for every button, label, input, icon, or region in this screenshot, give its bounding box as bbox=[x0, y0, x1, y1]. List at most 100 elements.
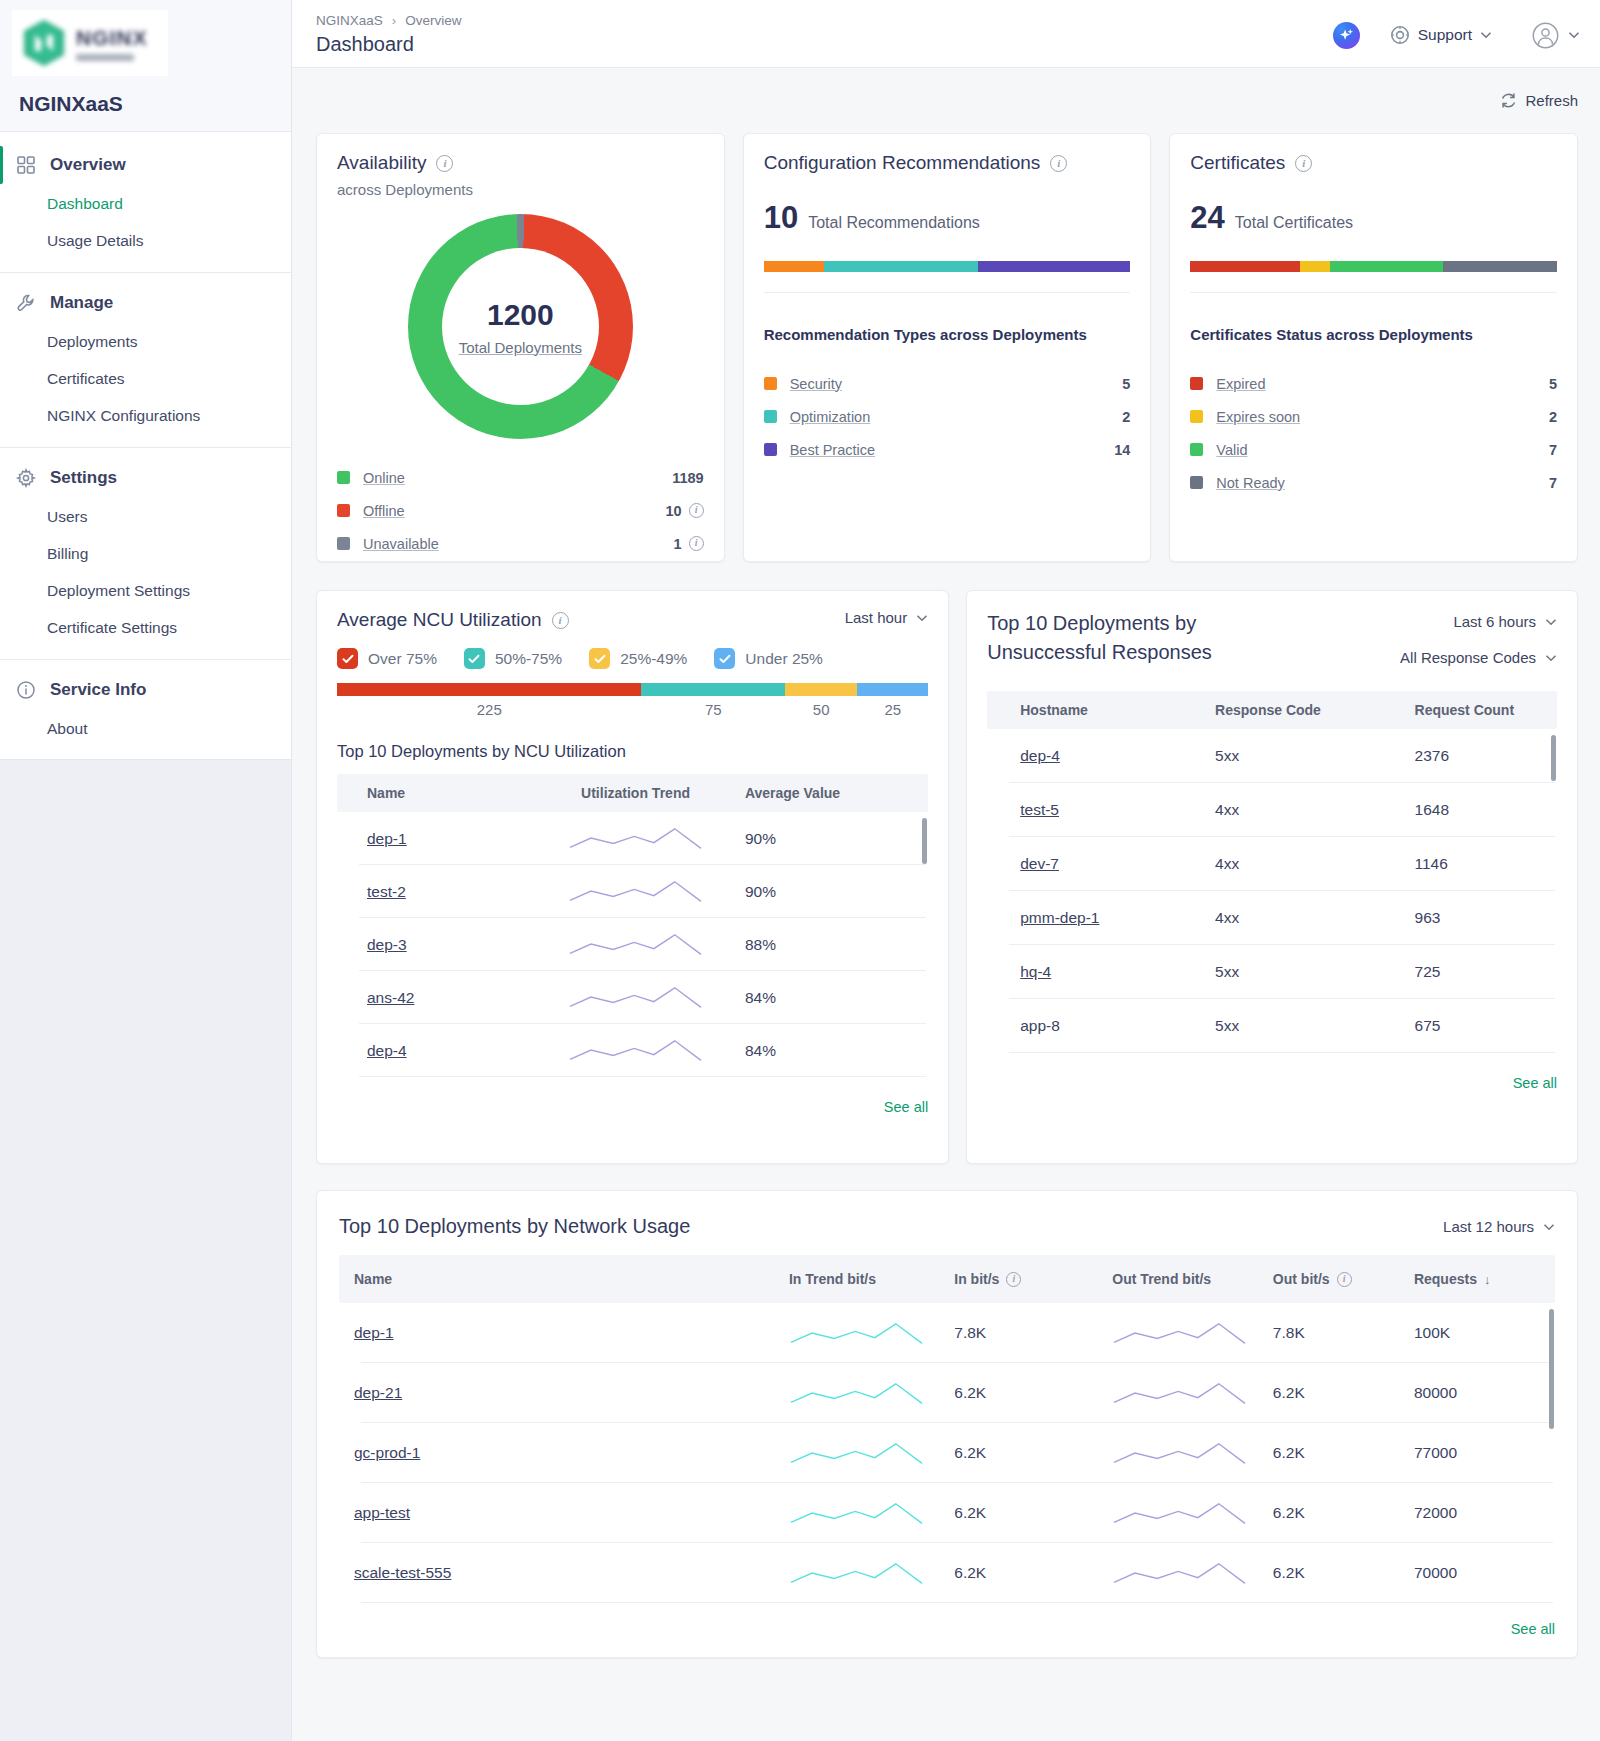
network-table-row: dep-17.8K7.8K100K bbox=[339, 1303, 1555, 1363]
ai-assistant-button[interactable] bbox=[1333, 22, 1360, 49]
deployment-link[interactable]: dep-4 bbox=[367, 1042, 407, 1059]
scrollbar[interactable] bbox=[1549, 1309, 1554, 1429]
deployment-link[interactable]: dep-4 bbox=[1020, 747, 1060, 764]
info-icon[interactable]: i bbox=[1295, 155, 1312, 172]
deployment-link[interactable]: scale-test-555 bbox=[354, 1564, 451, 1581]
legend-label[interactable]: Expired bbox=[1216, 376, 1549, 392]
ncu-bar-value: 225 bbox=[337, 701, 641, 718]
network-card: Top 10 Deployments by Network Usage Last… bbox=[316, 1190, 1578, 1658]
deployment-link[interactable]: dep-3 bbox=[367, 936, 407, 953]
nginx-wordmark: NGINX bbox=[76, 26, 148, 61]
network-table: NameIn Trend bit/sIn bit/s iOut Trend bi… bbox=[339, 1255, 1555, 1603]
responses-range-select[interactable]: Last 6 hours bbox=[1453, 613, 1557, 630]
sidebar-section-header[interactable]: Manage bbox=[0, 282, 291, 323]
sidebar-item-nginx-configurations[interactable]: NGINX Configurations bbox=[47, 397, 291, 434]
legend-swatch bbox=[337, 537, 350, 550]
request-count: 1146 bbox=[1415, 855, 1557, 873]
legend-value: 7 bbox=[1549, 442, 1557, 458]
legend-label[interactable]: Unavailable bbox=[363, 536, 674, 552]
sidebar-item-users[interactable]: Users bbox=[47, 498, 291, 535]
breadcrumb-current[interactable]: Overview bbox=[405, 13, 461, 28]
response-code: 4xx bbox=[1215, 855, 1414, 873]
checkbox-checked[interactable] bbox=[589, 648, 610, 669]
network-see-all-link[interactable]: See all bbox=[1511, 1621, 1555, 1637]
sidebar-item-deployment-settings[interactable]: Deployment Settings bbox=[47, 572, 291, 609]
info-icon[interactable]: i bbox=[552, 612, 569, 629]
sidebar-section-header[interactable]: Settings bbox=[0, 457, 291, 498]
request-count: 963 bbox=[1415, 909, 1557, 927]
refresh-button[interactable]: Refresh bbox=[316, 92, 1578, 109]
deployment-link[interactable]: test-2 bbox=[367, 883, 406, 900]
legend-value: 5 bbox=[1549, 376, 1557, 392]
ncu-bar-chart: 225755025 bbox=[337, 683, 928, 696]
chevron-down-icon bbox=[1545, 618, 1557, 626]
ncu-filter-50-75: 50%-75% bbox=[464, 648, 562, 669]
info-icon[interactable]: i bbox=[1006, 1272, 1021, 1287]
user-menu[interactable] bbox=[1532, 22, 1580, 49]
recommendations-legend: Security5Optimization2Best Practice14 bbox=[764, 367, 1131, 466]
sidebar-section-header[interactable]: Service Info bbox=[0, 669, 291, 710]
legend-value: 2 bbox=[1549, 409, 1557, 425]
sidebar-item-about[interactable]: About bbox=[47, 710, 291, 747]
deployment-link[interactable]: dev-7 bbox=[1020, 855, 1059, 872]
sidebar-item-certificate-settings[interactable]: Certificate Settings bbox=[47, 609, 291, 646]
sidebar-item-certificates[interactable]: Certificates bbox=[47, 360, 291, 397]
gear-icon bbox=[16, 468, 36, 488]
network-range-select[interactable]: Last 12 hours bbox=[1443, 1218, 1555, 1235]
responses-code-filter[interactable]: All Response Codes bbox=[1400, 649, 1557, 666]
legend-label[interactable]: Best Practice bbox=[790, 442, 1115, 458]
legend-label[interactable]: Not Ready bbox=[1216, 475, 1549, 491]
deployment-link[interactable]: app-test bbox=[354, 1504, 410, 1521]
sidebar-item-billing[interactable]: Billing bbox=[47, 535, 291, 572]
legend-label[interactable]: Optimization bbox=[790, 409, 1123, 425]
info-icon[interactable]: i bbox=[1050, 155, 1067, 172]
responses-see-all-link[interactable]: See all bbox=[1513, 1075, 1557, 1091]
ncu-see-all-link[interactable]: See all bbox=[884, 1099, 928, 1115]
checkbox-checked[interactable] bbox=[464, 648, 485, 669]
legend-label[interactable]: Valid bbox=[1216, 442, 1549, 458]
breadcrumb-root[interactable]: NGINXaaS bbox=[316, 13, 383, 28]
certificates-legend-row: Expires soon2 bbox=[1190, 400, 1557, 433]
info-icon[interactable]: i bbox=[689, 503, 704, 518]
deployment-link[interactable]: ans-42 bbox=[367, 989, 414, 1006]
sort-desc-icon[interactable]: ↓ bbox=[1484, 1272, 1491, 1287]
in-bits: 6.2K bbox=[954, 1384, 1112, 1402]
network-table-row: app-test6.2K6.2K72000 bbox=[339, 1483, 1555, 1543]
info-icon[interactable]: i bbox=[689, 536, 704, 551]
requests: 77000 bbox=[1414, 1444, 1555, 1462]
deployment-link[interactable]: pmm-dep-1 bbox=[1020, 909, 1099, 926]
info-icon[interactable]: i bbox=[1337, 1272, 1352, 1287]
deployment-link[interactable]: dep-1 bbox=[354, 1324, 394, 1341]
legend-label[interactable]: Online bbox=[363, 470, 672, 486]
legend-label[interactable]: Expires soon bbox=[1216, 409, 1549, 425]
responses-table: HostnameResponse CodeRequest Countdep-45… bbox=[987, 691, 1557, 1053]
deployment-link[interactable]: hq-4 bbox=[1020, 963, 1051, 980]
legend-swatch bbox=[337, 504, 350, 517]
sidebar-item-deployments[interactable]: Deployments bbox=[47, 323, 291, 360]
support-label: Support bbox=[1418, 26, 1472, 44]
scrollbar[interactable] bbox=[922, 818, 927, 864]
legend-label[interactable]: Security bbox=[790, 376, 1123, 392]
checkbox-checked[interactable] bbox=[337, 648, 358, 669]
requests: 72000 bbox=[1414, 1504, 1555, 1522]
table-header: NameUtilization TrendAverage Value bbox=[337, 774, 928, 812]
deployment-link[interactable]: dep-21 bbox=[354, 1384, 402, 1401]
deployment-link[interactable]: dep-1 bbox=[367, 830, 407, 847]
scrollbar[interactable] bbox=[1551, 735, 1556, 781]
info-icon[interactable]: i bbox=[436, 155, 453, 172]
recommendations-title: Configuration Recommendations bbox=[764, 152, 1041, 174]
ncu-filters: Over 75%50%-75%25%-49%Under 25% bbox=[337, 648, 928, 669]
total-deployments-value: 1200 bbox=[487, 298, 554, 332]
trend-sparkline bbox=[1112, 1500, 1247, 1527]
legend-label[interactable]: Offline bbox=[363, 503, 666, 519]
sidebar-section-header[interactable]: Overview bbox=[0, 144, 291, 185]
requests: 70000 bbox=[1414, 1564, 1555, 1582]
deployment-link[interactable]: gc-prod-1 bbox=[354, 1444, 420, 1461]
checkbox-checked[interactable] bbox=[714, 648, 735, 669]
sidebar-item-dashboard[interactable]: Dashboard bbox=[47, 185, 291, 222]
total-deployments-link[interactable]: Total Deployments bbox=[459, 339, 582, 356]
sidebar-item-usage-details[interactable]: Usage Details bbox=[47, 222, 291, 259]
deployment-link[interactable]: test-5 bbox=[1020, 801, 1059, 818]
support-menu[interactable]: Support bbox=[1390, 25, 1492, 45]
ncu-range-select[interactable]: Last hour bbox=[845, 609, 929, 626]
